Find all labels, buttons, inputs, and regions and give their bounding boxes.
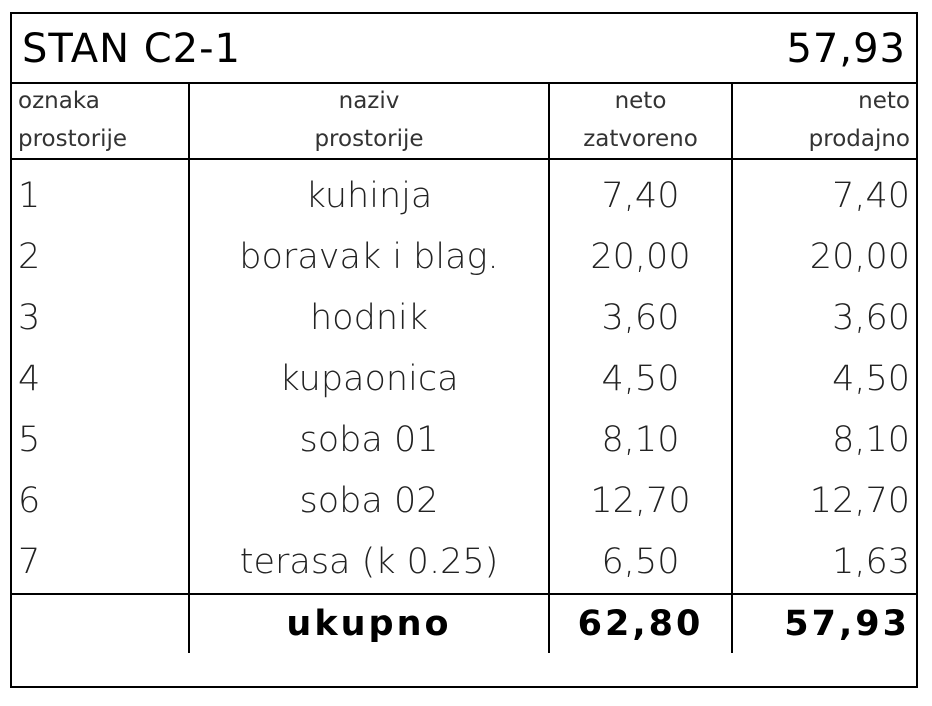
table-row: 7 terasa (k 0.25) 6,50 1,63: [12, 532, 916, 594]
room-net-closed: 8,10: [548, 410, 732, 471]
room-net-closed: 3,60: [548, 288, 732, 349]
table-row: 4 kupaonica 4,50 4,50: [12, 349, 916, 410]
total-label: ukupno: [188, 593, 549, 653]
header-row: oznaka prostorije naziv prostorije neto …: [12, 82, 916, 160]
column-header-room-name: naziv prostorije: [188, 82, 549, 160]
room-name: terasa (k 0.25): [188, 532, 549, 594]
room-net-sale: 7,40: [731, 159, 916, 227]
room-net-sale: 20,00: [731, 227, 916, 288]
room-net-closed: 6,50: [548, 532, 732, 594]
room-name: kuhinja: [188, 159, 549, 227]
room-net-sale: 8,10: [731, 410, 916, 471]
room-number: 7: [18, 542, 41, 582]
room-net-sale: 3,60: [731, 288, 916, 349]
room-name: hodnik: [188, 288, 549, 349]
table-row: 6 soba 02 12,70 12,70: [12, 471, 916, 532]
apartment-name: STAN C2-1: [22, 26, 241, 72]
total-net-sale: 57,93: [731, 593, 916, 653]
room-net-sale: 12,70: [731, 471, 916, 532]
title-row: STAN C2-1 57,93: [12, 14, 916, 84]
room-name: kupaonica: [188, 349, 549, 410]
total-net-closed: 62,80: [548, 593, 732, 653]
room-name: soba 02: [188, 471, 549, 532]
table-row: 1 kuhinja 7,40 7,40: [12, 159, 916, 227]
column-header-room-code: oznaka prostorije: [12, 82, 189, 160]
room-net-closed: 4,50: [548, 349, 732, 410]
room-number: 6: [18, 481, 41, 521]
room-number: 1: [18, 176, 41, 216]
apartment-area-table: STAN C2-1 57,93 oznaka prostorije naziv …: [10, 12, 918, 688]
room-net-closed: 12,70: [548, 471, 732, 532]
room-name: boravak i blag.: [188, 227, 549, 288]
room-number: 2: [18, 237, 41, 277]
table-row: 3 hodnik 3,60 3,60: [12, 288, 916, 349]
total-row: ukupno 62,80 57,93: [12, 593, 916, 653]
rooms-table: oznaka prostorije naziv prostorije neto …: [12, 82, 916, 653]
column-header-net-closed: neto zatvoreno: [548, 82, 732, 160]
column-header-net-sale: neto prodajno: [731, 82, 916, 160]
room-net-closed: 7,40: [548, 159, 732, 227]
room-name: soba 01: [188, 410, 549, 471]
room-number: 3: [18, 298, 41, 338]
table-row: 2 boravak i blag. 20,00 20,00: [12, 227, 916, 288]
room-number: 5: [18, 420, 41, 460]
room-net-closed: 20,00: [548, 227, 732, 288]
room-net-sale: 1,63: [731, 532, 916, 594]
total-empty-cell: [12, 593, 189, 653]
apartment-total-area: 57,93: [786, 26, 906, 72]
room-number: 4: [18, 359, 41, 399]
table-row: 5 soba 01 8,10 8,10: [12, 410, 916, 471]
room-net-sale: 4,50: [731, 349, 916, 410]
